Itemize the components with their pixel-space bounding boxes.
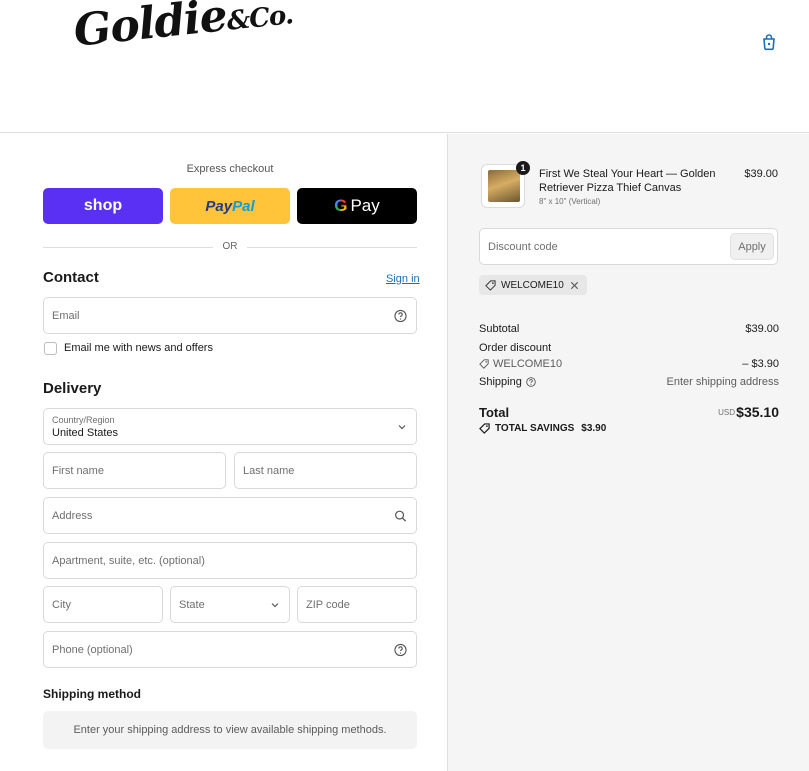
chevron-down-icon — [271, 602, 279, 607]
city-placeholder: City — [52, 598, 71, 611]
phone-field[interactable]: Phone (optional) — [43, 631, 417, 668]
zip-field[interactable]: ZIP code — [297, 586, 417, 623]
apartment-field[interactable]: Apartment, suite, etc. (optional) — [43, 542, 417, 579]
currency-code: USD — [718, 408, 735, 417]
product-image — [488, 170, 520, 202]
discount-code-row: WELCOME10 – $3.90 — [479, 358, 779, 372]
header: Goldie&Co. — [0, 0, 809, 133]
brand-logo[interactable]: Goldie&Co. — [71, 0, 294, 57]
tag-icon — [485, 279, 496, 291]
city-field[interactable]: City — [43, 586, 163, 623]
product-name: First We Steal Your Heart — Golden Retri… — [539, 168, 716, 194]
shipping-method-title: Shipping method — [43, 687, 141, 701]
google-pay-button[interactable]: G Pay — [297, 188, 417, 224]
shipping-method-message: Enter your shipping address to view avai… — [43, 711, 417, 749]
quantity-badge: 1 — [516, 161, 530, 175]
or-divider: OR — [43, 240, 417, 254]
applied-discount-chip: WELCOME10 — [479, 275, 587, 295]
country-select[interactable]: Country/Region United States — [43, 408, 417, 445]
paypal-label-pal: Pal — [232, 197, 255, 215]
shop-pay-label: shop — [83, 197, 123, 214]
paypal-label-pay: Pay — [205, 197, 233, 215]
email-placeholder: Email — [52, 309, 80, 322]
order-discount-label: Order discount — [479, 342, 552, 354]
paypal-button[interactable]: Pay Pal — [170, 188, 290, 224]
shipping-label: Shipping — [479, 376, 522, 388]
divider-line-right — [247, 247, 417, 248]
phone-placeholder: Phone (optional) — [52, 643, 133, 656]
help-icon[interactable] — [526, 377, 536, 387]
google-pay-label: Pay — [350, 196, 380, 215]
address-field[interactable]: Address — [43, 497, 417, 534]
applied-discount-code: WELCOME10 — [501, 279, 564, 291]
subtotal-row: Subtotal $39.00 — [479, 323, 779, 335]
checkout-form: Express checkout shop Pay Pal G Pay OR Con… — [0, 134, 447, 771]
help-icon[interactable] — [394, 309, 407, 322]
shipping-row: Shipping Enter shipping address — [479, 376, 779, 388]
last-name-field[interactable]: Last name — [234, 452, 417, 489]
address-placeholder: Address — [52, 509, 93, 522]
discount-code-label: WELCOME10 — [493, 358, 563, 370]
contact-title: Contact — [43, 269, 99, 286]
subtotal-value: $39.00 — [745, 323, 779, 335]
country-label: Country/Region — [52, 415, 115, 425]
tag-icon — [479, 359, 489, 369]
shop-pay-button[interactable]: shop — [43, 188, 163, 224]
brand-name: Goldie — [71, 0, 229, 57]
brand-suffix: &Co. — [225, 0, 295, 37]
total-savings: TOTAL SAVINGS $3.90 — [479, 423, 606, 434]
apartment-placeholder: Apartment, suite, etc. (optional) — [52, 554, 205, 567]
apply-button[interactable]: Apply — [730, 233, 774, 260]
shipping-value: Enter shipping address — [666, 376, 779, 388]
close-icon[interactable] — [569, 280, 580, 291]
first-name-field[interactable]: First name — [43, 452, 226, 489]
google-g-icon: G — [334, 196, 348, 215]
help-icon[interactable] — [394, 643, 407, 656]
product-price: $39.00 — [744, 168, 778, 180]
tag-icon — [479, 423, 490, 434]
discount-placeholder: Discount code — [488, 240, 558, 253]
total-row: Total USD $35.10 — [479, 404, 779, 422]
first-name-placeholder: First name — [52, 464, 104, 477]
zip-placeholder: ZIP code — [306, 598, 350, 611]
subtotal-label: Subtotal — [479, 323, 520, 335]
search-icon — [395, 510, 407, 522]
shopping-bag-icon[interactable] — [760, 33, 778, 51]
state-placeholder: State — [179, 598, 205, 611]
express-checkout-title: Express checkout — [186, 163, 274, 175]
discount-value: – $3.90 — [742, 358, 779, 370]
order-summary: 1 First We Steal Your Heart — Golden Ret… — [447, 134, 809, 771]
news-checkbox-label: Email me with news and offers — [64, 342, 213, 354]
state-select[interactable]: State — [170, 586, 290, 623]
news-checkbox[interactable] — [44, 342, 57, 355]
country-value: United States — [52, 427, 119, 439]
savings-value: $3.90 — [581, 423, 607, 434]
product-variant: 8" x 10" (Vertical) — [539, 197, 601, 206]
total-label: Total — [479, 405, 510, 420]
discount-code-field[interactable]: Discount code Apply — [479, 228, 778, 265]
total-value: $35.10 — [736, 404, 779, 420]
last-name-placeholder: Last name — [243, 464, 295, 477]
delivery-title: Delivery — [43, 380, 102, 397]
chevron-down-icon — [398, 424, 406, 429]
savings-label: TOTAL SAVINGS — [495, 423, 575, 434]
sign-in-link[interactable]: Sign in — [386, 273, 420, 285]
order-discount-row: Order discount — [479, 342, 779, 354]
email-field[interactable]: Email — [43, 297, 417, 334]
